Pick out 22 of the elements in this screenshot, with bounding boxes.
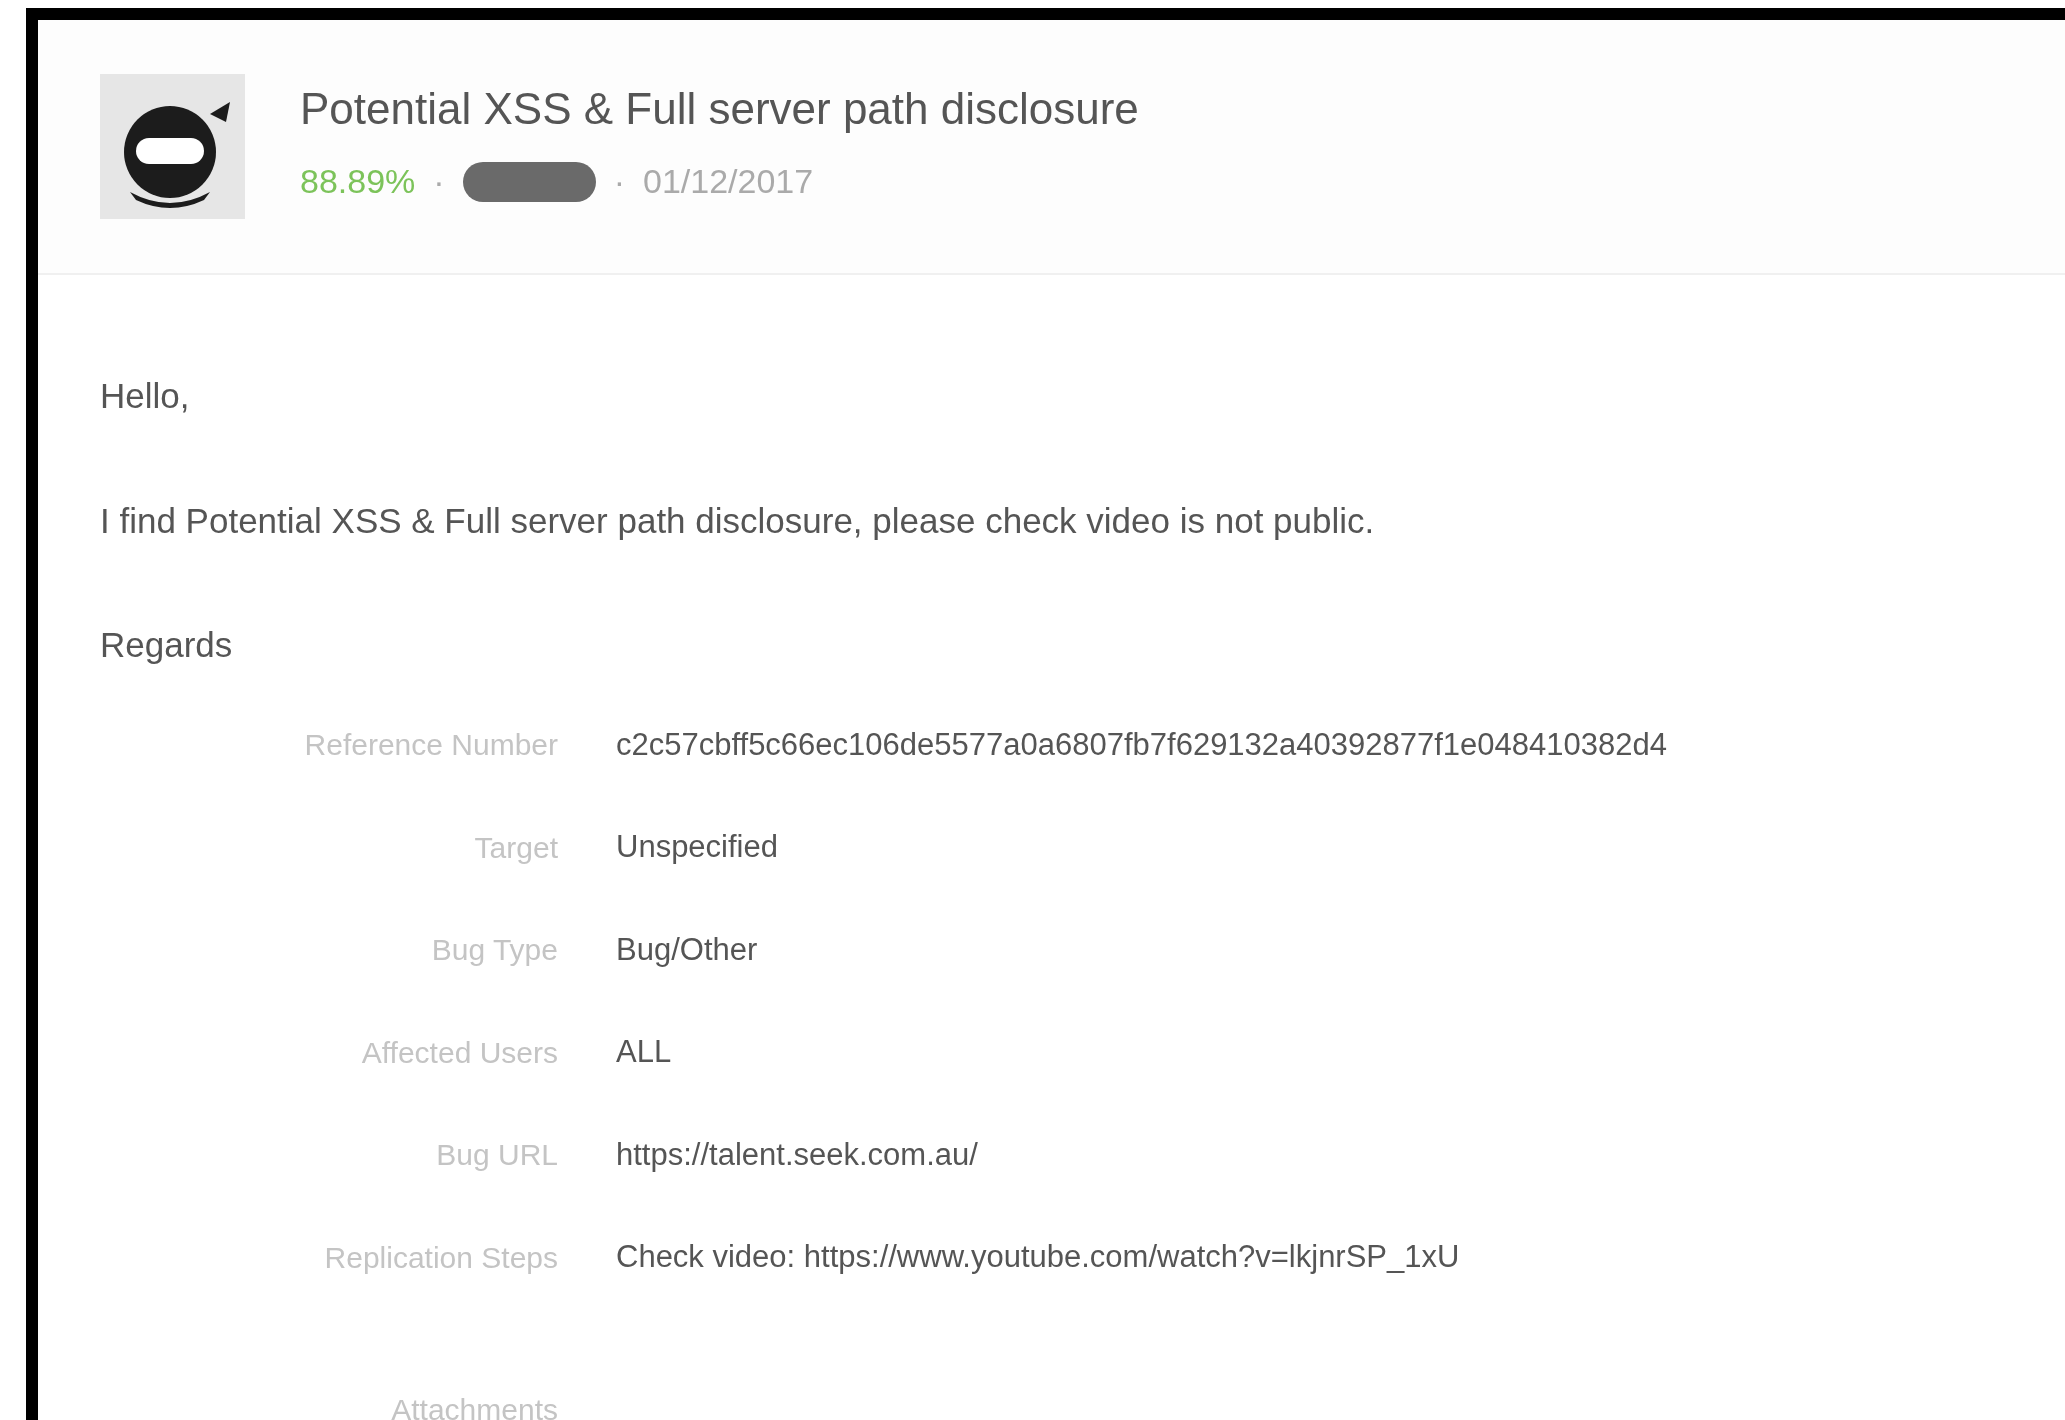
field-label: Replication Steps	[323, 1239, 558, 1276]
separator-dot: ·	[433, 161, 445, 202]
message-paragraph: Regards	[100, 624, 234, 666]
field-value: Unspecified	[616, 828, 779, 866]
avatar-icon	[100, 74, 245, 219]
field-label: Bug URL	[435, 1137, 558, 1174]
message-paragraph: Hello,	[100, 375, 191, 417]
field-label: Target	[473, 829, 558, 866]
field-value: Bug/Other	[616, 930, 759, 969]
field-label: Attachments	[390, 1391, 558, 1420]
score-text: 88.89%	[300, 161, 416, 202]
separator-dot: ·	[613, 161, 625, 202]
field-label: Reference Number	[303, 727, 558, 764]
field-label: Affected Users	[360, 1034, 558, 1071]
report-title: Potential XSS & Full server path disclosure	[300, 83, 1139, 135]
field-value: c2c57cbff5c66ec106de5577a0a6807fb7f629132a40392877f1e048410382d4	[616, 725, 1668, 764]
field-value: Check video: https://www.youtube.com/watch?v=lkjnrSP_1xU	[616, 1238, 1461, 1276]
field-value: https://talent.seek.com.au/	[616, 1135, 979, 1174]
field-label: Bug Type	[430, 932, 558, 969]
field-value: ALL	[616, 1033, 673, 1071]
message-paragraph: I find Potential XSS & Full server path disclosure, please check video is not public.	[100, 499, 1376, 542]
report-date: 01/12/2017	[643, 161, 814, 202]
